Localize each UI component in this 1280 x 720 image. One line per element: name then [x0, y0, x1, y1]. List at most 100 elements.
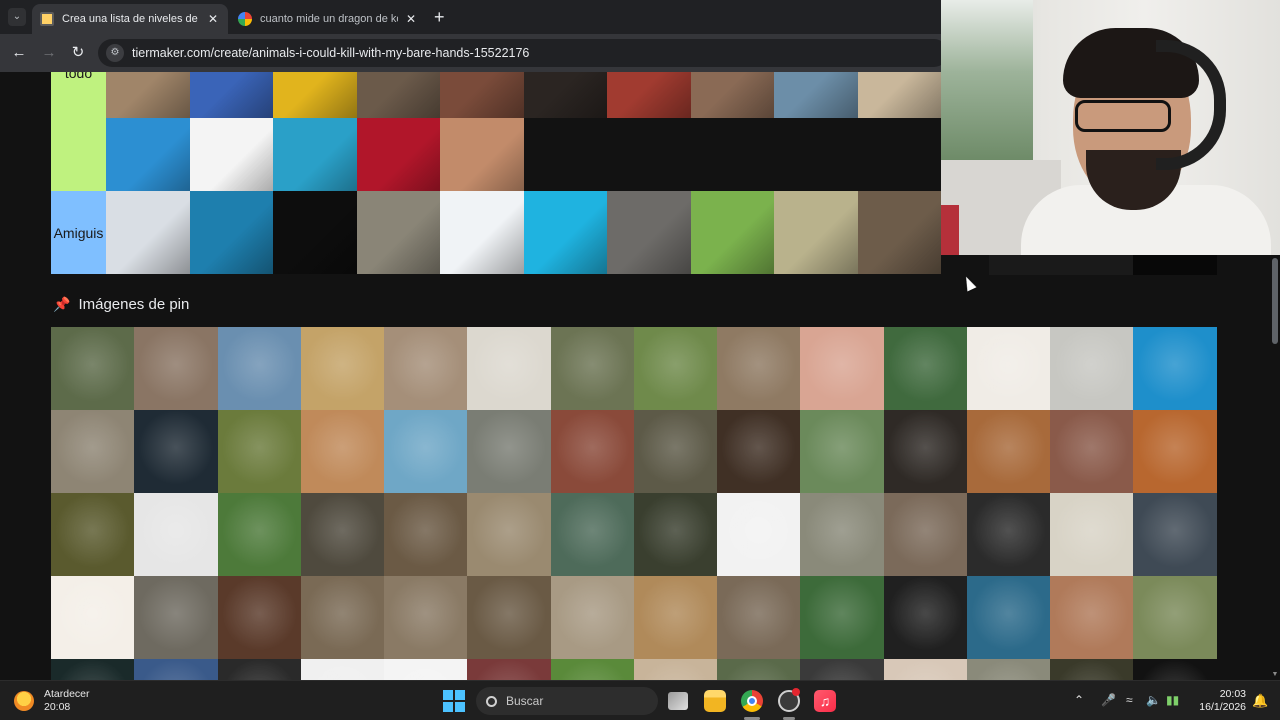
pin-image-tile[interactable] — [1050, 410, 1134, 493]
pin-image-tile[interactable] — [800, 327, 884, 410]
pin-image-tile[interactable] — [633, 327, 718, 410]
pin-image-tile[interactable] — [800, 576, 884, 659]
tab-tiermaker[interactable]: Crea una lista de niveles de animales ✕ — [32, 4, 228, 34]
pin-image-tile[interactable] — [717, 327, 801, 410]
back-arrow-icon[interactable]: ← — [10, 44, 28, 62]
pin-image-tile[interactable] — [1050, 576, 1134, 659]
taskbar-search[interactable]: Buscar — [476, 687, 658, 715]
pin-image-tile[interactable] — [883, 410, 967, 493]
pin-image-tile[interactable] — [717, 576, 801, 659]
tier-item-image[interactable] — [774, 191, 858, 274]
pin-image-tile[interactable] — [633, 659, 718, 680]
scroll-down-icon[interactable]: ▼ — [1270, 671, 1280, 678]
pin-image-tile[interactable] — [800, 410, 884, 493]
pin-image-tile[interactable] — [217, 576, 301, 659]
tier-item-image[interactable] — [690, 191, 774, 274]
tier-item-image[interactable] — [356, 72, 440, 118]
pin-image-tile[interactable] — [467, 493, 551, 576]
microphone-icon[interactable]: 🎤 — [1101, 693, 1116, 707]
pin-image-tile[interactable] — [550, 410, 634, 493]
pin-image-tile[interactable] — [384, 327, 468, 410]
tier-label[interactable]: Amiguis — [51, 191, 106, 274]
forward-arrow-icon[interactable]: → — [40, 44, 58, 62]
tier-item-image[interactable] — [189, 72, 273, 118]
pin-image-tile[interactable] — [51, 576, 135, 659]
pin-image-tile[interactable] — [134, 576, 218, 659]
tier-item-image[interactable] — [440, 72, 524, 118]
tier-item-image[interactable] — [189, 191, 273, 274]
pin-image-tile[interactable] — [217, 410, 301, 493]
tier-item-image[interactable] — [356, 118, 440, 201]
pin-image-tile[interactable] — [300, 576, 385, 659]
pin-image-tile[interactable] — [633, 410, 718, 493]
pin-image-tile[interactable] — [966, 659, 1051, 680]
close-tab-icon[interactable]: ✕ — [404, 12, 418, 26]
close-tab-icon[interactable]: ✕ — [206, 12, 220, 26]
pin-image-tile[interactable] — [633, 576, 718, 659]
pin-image-tile[interactable] — [51, 327, 135, 410]
pin-image-tile[interactable] — [384, 576, 468, 659]
battery-icon[interactable]: ▮▮ — [1166, 693, 1179, 707]
tier-item-image[interactable] — [273, 72, 357, 118]
apple-music-icon[interactable]: ♫ — [814, 690, 836, 712]
pin-image-tile[interactable] — [384, 493, 468, 576]
new-tab-plus-icon[interactable]: + — [434, 8, 445, 26]
pin-image-tile[interactable] — [1133, 576, 1217, 659]
site-info-icon[interactable]: ⚙ — [106, 44, 124, 62]
pin-image-tile[interactable] — [550, 576, 634, 659]
pin-image-tile[interactable] — [966, 327, 1051, 410]
pin-image-tile[interactable] — [300, 410, 385, 493]
pin-image-tile[interactable] — [384, 659, 468, 680]
pin-image-tile[interactable] — [134, 410, 218, 493]
pin-image-tile[interactable] — [1050, 327, 1134, 410]
tier-item-image[interactable] — [440, 118, 524, 201]
system-clock[interactable]: 20:03 16/1/2026 — [1192, 688, 1246, 714]
pin-image-tile[interactable] — [550, 493, 634, 576]
address-bar[interactable]: ⚙ tiermaker.com/create/animals-i-could-k… — [98, 39, 948, 67]
pin-image-tile[interactable] — [717, 493, 801, 576]
tier-item-image[interactable] — [356, 191, 440, 274]
tier-item-image[interactable] — [106, 118, 190, 201]
pin-image-tile[interactable] — [883, 327, 967, 410]
pin-image-tile[interactable] — [467, 327, 551, 410]
pin-image-tile[interactable] — [800, 659, 884, 680]
tier-item-image[interactable] — [523, 191, 607, 274]
tier-item-image[interactable] — [106, 191, 190, 274]
pin-image-tile[interactable] — [467, 659, 551, 680]
pin-image-tile[interactable] — [883, 576, 967, 659]
pin-image-tile[interactable] — [550, 659, 634, 680]
pin-image-tile[interactable] — [300, 659, 385, 680]
pin-image-tile[interactable] — [300, 493, 385, 576]
pin-image-tile[interactable] — [51, 659, 135, 680]
tier-item-image[interactable] — [273, 118, 357, 201]
pin-image-tile[interactable] — [1050, 493, 1134, 576]
pin-image-tile[interactable] — [966, 493, 1051, 576]
pin-image-tile[interactable] — [1133, 659, 1217, 680]
pin-image-tile[interactable] — [717, 659, 801, 680]
tier-item-image[interactable] — [857, 72, 941, 118]
pin-image-tile[interactable] — [134, 327, 218, 410]
tier-item-image[interactable] — [523, 72, 607, 118]
file-explorer-icon[interactable] — [704, 690, 726, 712]
pin-image-tile[interactable] — [217, 493, 301, 576]
show-hidden-icons-chevron-icon[interactable]: ⌃ — [1074, 693, 1084, 707]
pin-image-tile[interactable] — [1050, 659, 1134, 680]
tier-item-image[interactable] — [857, 191, 941, 274]
tier-label[interactable]: todo — [51, 72, 106, 201]
pin-image-tile[interactable] — [1133, 327, 1217, 410]
tier-item-image[interactable] — [607, 72, 691, 118]
pin-image-tile[interactable] — [883, 493, 967, 576]
tier-item-image[interactable] — [189, 118, 273, 201]
pin-image-tile[interactable] — [134, 493, 218, 576]
pin-image-tile[interactable] — [467, 576, 551, 659]
pin-image-tile[interactable] — [966, 576, 1051, 659]
tier-item-image[interactable] — [690, 72, 774, 118]
windows-start-icon[interactable] — [443, 690, 465, 712]
tier-item-image[interactable] — [440, 191, 524, 274]
tier-item-image[interactable] — [273, 191, 357, 274]
tier-item-image[interactable] — [774, 72, 858, 118]
pin-image-tile[interactable] — [800, 493, 884, 576]
task-view-icon[interactable] — [668, 692, 688, 710]
pin-image-tile[interactable] — [1133, 410, 1217, 493]
pin-image-tile[interactable] — [217, 327, 301, 410]
